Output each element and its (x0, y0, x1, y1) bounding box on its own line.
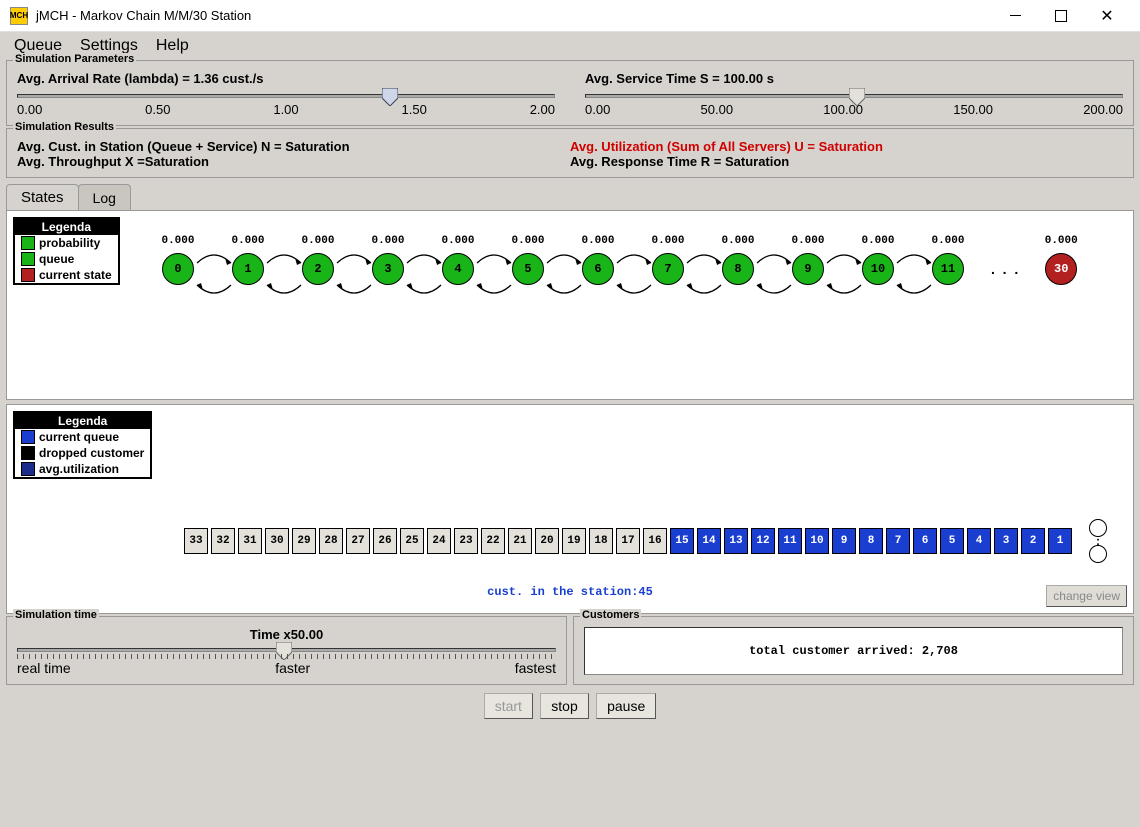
state-node-8: 8 (722, 253, 754, 285)
queue-cell: 19 (562, 528, 586, 554)
dropped-swatch (21, 446, 35, 460)
queue-cell: 17 (616, 528, 640, 554)
maximize-button[interactable] (1038, 1, 1084, 31)
state-node-1: 1 (232, 253, 264, 285)
markov-chain: 0.00000.00010.00020.00030.00040.00050.00… (13, 225, 1127, 295)
control-buttons: start stop pause (0, 685, 1140, 727)
queue-cell: 29 (292, 528, 316, 554)
queue-cell: 21 (508, 528, 532, 554)
queue-cell: 13 (724, 528, 748, 554)
time-slider[interactable] (17, 648, 556, 652)
queue-cell: 33 (184, 528, 208, 554)
station-count: cust. in the station:45 (13, 585, 1127, 599)
queue-cell: 7 (886, 528, 910, 554)
title-bar: MCH jMCH - Markov Chain M/M/30 Station ✕ (0, 0, 1140, 32)
simulation-time: Simulation time Time x50.00 real time fa… (6, 616, 567, 685)
queue-cell: 2 (1021, 528, 1045, 554)
stop-button[interactable]: stop (540, 693, 588, 719)
result-r: Avg. Response Time R = Saturation (570, 154, 1123, 169)
time-mult: Time x50.00 (17, 627, 556, 642)
start-button[interactable]: start (484, 693, 533, 719)
queue-cell: 31 (238, 528, 262, 554)
tabs: States Log (6, 184, 1134, 210)
state-node-7: 7 (652, 253, 684, 285)
state-node-4: 4 (442, 253, 474, 285)
queue-cell: 8 (859, 528, 883, 554)
server-circle-icon (1089, 545, 1107, 563)
queue-cell: 20 (535, 528, 559, 554)
queue-cell: 18 (589, 528, 613, 554)
queue-cell: 24 (427, 528, 451, 554)
queue-legend: Legenda current queue dropped customer a… (13, 411, 152, 479)
state-node-30: 30 (1045, 253, 1077, 285)
queue-cell: 27 (346, 528, 370, 554)
tab-log[interactable]: Log (78, 184, 131, 210)
queue-cell: 6 (913, 528, 937, 554)
state-node-6: 6 (582, 253, 614, 285)
lambda-label: Avg. Arrival Rate (lambda) = 1.36 cust./… (17, 71, 555, 86)
app-icon: MCH (10, 7, 28, 25)
states-panel: Legenda probability queue current state … (6, 210, 1134, 400)
lambda-slider[interactable] (17, 94, 555, 98)
customers-total: total customer arrived: 2,708 (584, 627, 1123, 675)
queue-cell: 5 (940, 528, 964, 554)
service-thumb[interactable] (849, 88, 865, 106)
service-slider[interactable] (585, 94, 1123, 98)
queue-cell: 1 (1048, 528, 1072, 554)
result-x: Avg. Throughput X =Saturation (17, 154, 570, 169)
result-u: Avg. Utilization (Sum of All Servers) U … (570, 139, 1123, 154)
state-node-11: 11 (932, 253, 964, 285)
queue-panel: Legenda current queue dropped customer a… (6, 404, 1134, 614)
lambda-thumb[interactable] (382, 88, 398, 106)
state-node-5: 5 (512, 253, 544, 285)
customers: Customers total customer arrived: 2,708 (573, 616, 1134, 685)
state-node-0: 0 (162, 253, 194, 285)
pause-button[interactable]: pause (596, 693, 656, 719)
queue-cell: 26 (373, 528, 397, 554)
menu-bar: Queue Settings Help (0, 32, 1140, 60)
minimize-button[interactable] (992, 1, 1038, 31)
queue-cell: 16 (643, 528, 667, 554)
service-label: Avg. Service Time S = 100.00 s (585, 71, 1123, 86)
queue-cell: 14 (697, 528, 721, 554)
simulation-parameters: Simulation Parameters Avg. Arrival Rate … (6, 60, 1134, 126)
close-button[interactable]: ✕ (1084, 1, 1130, 31)
queue-cell: 4 (967, 528, 991, 554)
queue-cell: 30 (265, 528, 289, 554)
params-legend: Simulation Parameters (13, 53, 136, 65)
currentqueue-swatch (21, 430, 35, 444)
queue-cell: 25 (400, 528, 424, 554)
tab-states[interactable]: States (6, 184, 79, 210)
queue-cell: 12 (751, 528, 775, 554)
results-legend: Simulation Results (13, 121, 116, 133)
queue-cell: 22 (481, 528, 505, 554)
state-node-10: 10 (862, 253, 894, 285)
queue-row: 3332313029282726252423222120191817161514… (13, 479, 1127, 563)
change-view-button[interactable]: change view (1046, 585, 1127, 607)
queue-cell: 10 (805, 528, 829, 554)
avgutil-swatch (21, 462, 35, 476)
queue-cell: 9 (832, 528, 856, 554)
queue-cell: 15 (670, 528, 694, 554)
window-title: jMCH - Markov Chain M/M/30 Station (36, 8, 251, 23)
simulation-results: Simulation Results Avg. Cust. in Station… (6, 128, 1134, 178)
state-node-2: 2 (302, 253, 334, 285)
queue-cell: 23 (454, 528, 478, 554)
result-n: Avg. Cust. in Station (Queue + Service) … (17, 139, 570, 154)
queue-cell: 32 (211, 528, 235, 554)
state-node-9: 9 (792, 253, 824, 285)
queue-cell: 28 (319, 528, 343, 554)
menu-help[interactable]: Help (156, 37, 189, 55)
queue-cell: 3 (994, 528, 1018, 554)
queue-cell: 11 (778, 528, 802, 554)
state-node-3: 3 (372, 253, 404, 285)
